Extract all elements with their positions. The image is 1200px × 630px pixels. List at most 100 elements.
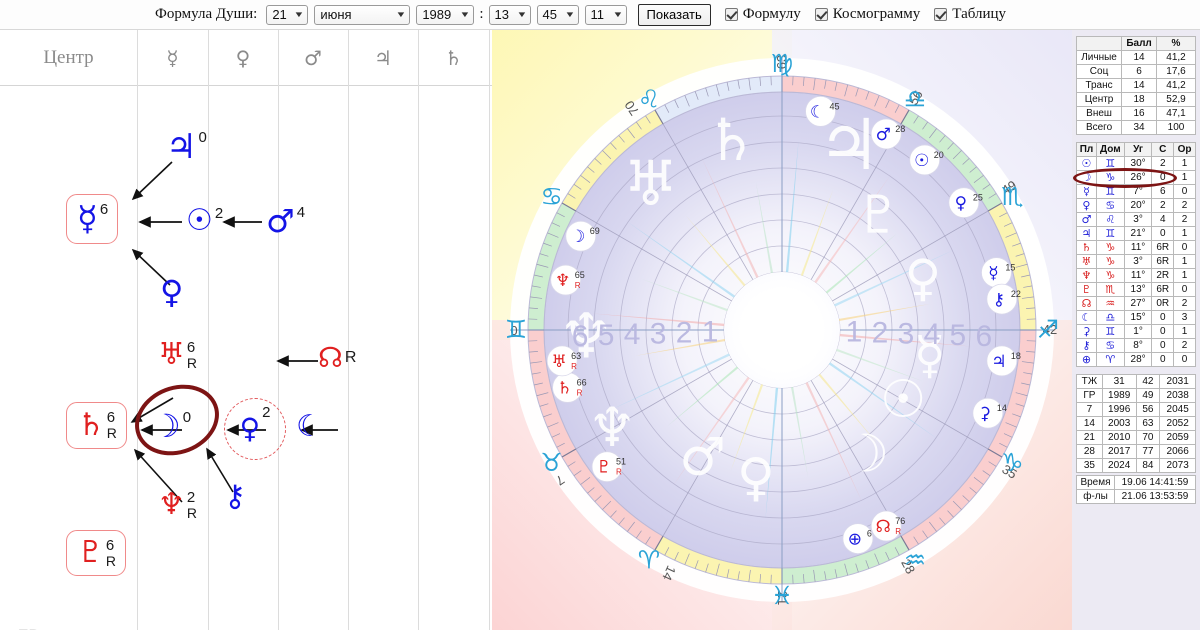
cycle-table-row: ГР 1989 49 2038 [1076, 388, 1196, 403]
planet-table-row: ⊕ ♈ 28° 0 0 [1076, 352, 1196, 367]
zodiac-sign-glyph: ♓ [771, 581, 793, 610]
background-planet-glyph: ♆ [588, 396, 636, 459]
formula-node-mercury-boxed[interactable]: ☿ 6 [66, 194, 119, 244]
checkbox-table[interactable]: Таблицу [934, 6, 1006, 23]
minute-select[interactable]: 45 ▼ [536, 4, 579, 25]
background-planet-glyph: ♄ [705, 106, 757, 174]
neptune-retro: R [186, 504, 198, 521]
cycle-table-row: 28 2017 77 2066 [1076, 444, 1196, 459]
formula-node-jupiter-top[interactable]: ♃ 0 [166, 130, 207, 164]
cycle-year-start: 2017 [1101, 444, 1137, 459]
cosmogram-chart[interactable]: ♅ ♆ ♄ ♃ ♇ ♀ ☿ ☉ ♂ ♀ ☽ ♆ 123456123456 0 7 14 21 28 35 42 49… [492, 30, 1072, 630]
zodiac-sign-glyph: ♎ [904, 85, 926, 114]
zodiac-sign-glyph: ♉ [540, 448, 562, 477]
formula-node-sun[interactable]: ☉ 2 [186, 206, 223, 236]
cycle-age2: 56 [1135, 402, 1161, 417]
formula-node-saturn-boxed[interactable]: ♄ 6 R [66, 402, 127, 449]
chevron-down-icon: ▼ [515, 10, 528, 19]
planet-or: 1 [1173, 254, 1196, 269]
neptune-icon: ♆ [158, 487, 185, 523]
planet-house: ♌ [1095, 212, 1125, 227]
score-row-ball: 34 [1121, 120, 1157, 135]
planet-or: 2 [1173, 198, 1196, 213]
planet-house: ♎ [1095, 310, 1125, 325]
planet-retrograde: R [895, 527, 901, 536]
planet-c: 0 [1151, 352, 1175, 367]
day-value: 21 [272, 7, 287, 22]
planet-glyph: ☾ [810, 102, 825, 122]
toolbar-title: Формула Души: [155, 6, 258, 22]
planet-table-header-row: Пл Дом Уг С Ор [1076, 142, 1196, 157]
planet-retrograde: R [577, 388, 583, 397]
planet-table: Пл Дом Уг С Ор ☉ ♊ 30° 2 1 ☽ ♑ 26° 0 1 ☿ ♊ 7° 6 0 ♀ ♋ 20°… [1076, 142, 1196, 367]
planet-degree: 22 [1011, 289, 1021, 299]
time-label: Время [1076, 475, 1115, 490]
planet-symbol: ☽ [1076, 170, 1097, 185]
cosmogram-planet-earth[interactable]: ⊕ 6 [842, 523, 874, 555]
year-select[interactable]: 1989 ▼ [416, 4, 475, 25]
house-number: 6 [572, 320, 589, 353]
planet-house: ♑ [1095, 240, 1125, 255]
checkbox-cosmogram[interactable]: Космограмму [814, 6, 920, 23]
month-select[interactable]: июня ▼ [314, 4, 411, 25]
cycle-year-end: 2045 [1159, 402, 1196, 417]
formula-node-north-node[interactable]: ☊ R [318, 344, 356, 372]
planet-glyph: ⊕ [848, 530, 862, 550]
house-number: 1 [702, 316, 719, 349]
planet-degree: 66 [577, 377, 587, 387]
formula-node-mars[interactable]: ♂ 4 [266, 205, 305, 237]
formula-node-neptune[interactable]: ♆ 2 R [158, 490, 197, 520]
planet-house: ♑ [1095, 254, 1125, 269]
formula-node-chiron[interactable]: ⚷ [224, 482, 246, 512]
time-table-row: ф-лы 21.06 13:53:59 [1076, 489, 1196, 504]
score-row-percent: 17,6 [1156, 64, 1196, 79]
planet-angle: 11° [1123, 240, 1153, 255]
formula-node-lilith[interactable]: ☾ [296, 412, 323, 442]
planet-angle: 15° [1123, 310, 1153, 325]
pluto-retro: R [105, 552, 117, 569]
day-select[interactable]: 21 ▼ [266, 4, 309, 25]
hour-select[interactable]: 13 ▼ [488, 4, 531, 25]
venus-dashed-number: 2 [262, 404, 271, 421]
cycle-year-start: 2024 [1101, 458, 1137, 473]
planet-symbol: ⚳ [1076, 324, 1097, 339]
formula-node-pluto-boxed[interactable]: ♇ 6 R [66, 530, 127, 577]
zodiac-sign-glyph: ♏ [1001, 182, 1023, 211]
house-number: 1 [846, 316, 863, 349]
score-row-ball: 14 [1121, 50, 1157, 65]
planet-c: 6R [1151, 254, 1175, 269]
formula-node-venus-lower[interactable]: ♀ [160, 276, 183, 308]
show-button[interactable]: Показать [637, 3, 711, 26]
cycle-year-end: 2038 [1159, 388, 1196, 403]
house-number: 2 [872, 316, 889, 349]
north-node-icon: ☊ [318, 341, 343, 374]
second-select[interactable]: 11 ▼ [584, 4, 627, 25]
planet-symbol: ♅ [1076, 254, 1097, 269]
planet-house: ♊ [1095, 156, 1125, 171]
planet-angle: 30° [1123, 156, 1153, 171]
sun-icon: ☉ [186, 203, 213, 238]
planet-or: 2 [1173, 338, 1196, 353]
score-table-row: Транс 14 41,2 [1075, 78, 1196, 93]
checkbox-checked-icon [934, 8, 948, 21]
chevron-down-icon: ▼ [611, 10, 624, 19]
formula-node-moon[interactable]: ☽ 0 [152, 410, 191, 442]
planet-angle: 27° [1123, 296, 1153, 311]
planet-angle: 7° [1123, 184, 1153, 199]
planet-symbol: ☿ [1076, 184, 1097, 199]
checkbox-formula[interactable]: Формулу [724, 6, 801, 23]
house-number: 3 [650, 317, 667, 350]
planet-or: 0 [1173, 352, 1196, 367]
time-colon: : [479, 6, 484, 22]
formula-panel: Центр ☿ ♀ ♂ ♃ ♄ ♃ 0 ☿ 6 ☉ 2 ♂ 4 ♀ ♅ 6 R … [0, 30, 492, 630]
planet-table-row: ☊ ♒ 27° 0R 2 [1076, 296, 1196, 311]
planet-degree: 51 [616, 457, 626, 467]
formula-node-venus-dashed[interactable]: ♀ 2 [224, 398, 286, 460]
score-row-label: Личные [1075, 50, 1123, 65]
uranus-number: 6 [186, 339, 196, 356]
formula-node-uranus[interactable]: ♅ 6 R [158, 340, 197, 370]
planet-c: 0 [1151, 324, 1175, 339]
background-planet-glyph: ♅ [623, 147, 679, 220]
zodiac-sign-glyph: ♍ [771, 49, 793, 78]
planet-header-pl: Пл [1076, 142, 1097, 157]
